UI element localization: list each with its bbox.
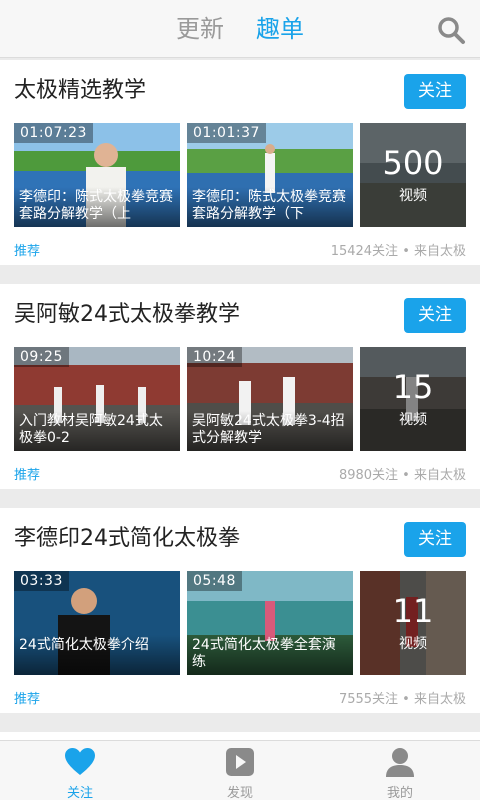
tab-label: 关注 bbox=[66, 786, 93, 800]
follow-button[interactable]: 关注 bbox=[404, 522, 466, 557]
video-thumbnail[interactable]: 03:33 24式简化太极拳介绍 bbox=[14, 571, 180, 675]
playlist-title: 太极精选教学 bbox=[14, 78, 147, 103]
search-icon[interactable] bbox=[436, 15, 466, 45]
playlist-card[interactable]: 太极精选教学 关注 01:07:23 李德印：陈式太极拳竞赛套路分解教学（上 0… bbox=[0, 60, 480, 265]
video-count-unit: 视频 bbox=[399, 412, 427, 428]
video-duration: 09:25 bbox=[14, 347, 69, 367]
follow-button[interactable]: 关注 bbox=[404, 74, 466, 109]
video-duration: 01:07:23 bbox=[14, 123, 93, 143]
user-icon bbox=[386, 748, 414, 777]
more-videos-tile[interactable]: 500 视频 bbox=[360, 123, 466, 227]
video-count-unit: 视频 bbox=[399, 636, 427, 652]
video-caption: 吴阿敏24式太极拳3-4招式分解教学 bbox=[187, 411, 353, 451]
follow-button[interactable]: 关注 bbox=[404, 298, 466, 333]
bottom-tab-bar: 关注 发现 我的 bbox=[0, 740, 480, 800]
video-duration: 03:33 bbox=[14, 571, 69, 591]
video-caption: 24式简化太极拳介绍 bbox=[14, 635, 180, 675]
video-caption: 李德印：陈式太极拳竞赛套路分解教学（上 bbox=[14, 187, 180, 227]
video-count-unit: 视频 bbox=[399, 188, 427, 204]
video-duration: 01:01:37 bbox=[187, 123, 266, 143]
recommend-tag[interactable]: 推荐 bbox=[14, 464, 40, 483]
playlist-stats: 7555关注 • 来自太极 bbox=[338, 692, 466, 707]
playlist-title: 李德印24式简化太极拳 bbox=[14, 526, 240, 551]
video-thumbnail[interactable]: 10:24 吴阿敏24式太极拳3-4招式分解教学 bbox=[187, 347, 353, 451]
video-caption: 24式简化太极拳全套演练 bbox=[187, 635, 353, 675]
playlist-card-partial[interactable] bbox=[0, 732, 480, 740]
video-caption: 入门教材吴阿敏24式太极拳0-2 bbox=[14, 411, 180, 451]
video-duration: 05:48 bbox=[187, 571, 242, 591]
playlist-stats: 15424关注 • 来自太极 bbox=[330, 244, 466, 259]
more-videos-tile[interactable]: 11 视频 bbox=[360, 571, 466, 675]
video-thumbnail[interactable]: 05:48 24式简化太极拳全套演练 bbox=[187, 571, 353, 675]
video-duration: 10:24 bbox=[187, 347, 242, 367]
video-thumbnail[interactable]: 09:25 入门教材吴阿敏24式太极拳0-2 bbox=[14, 347, 180, 451]
tab-updates[interactable]: 更新 bbox=[176, 14, 224, 44]
video-thumbnail[interactable]: 01:01:37 李德印：陈式太极拳竞赛套路分解教学（下 bbox=[187, 123, 353, 227]
video-thumbnail[interactable]: 01:07:23 李德印：陈式太极拳竞赛套路分解教学（上 bbox=[14, 123, 180, 227]
playlist-card[interactable]: 吴阿敏24式太极拳教学 关注 09:25 入门教材吴阿敏24式太极拳0-2 10… bbox=[0, 284, 480, 489]
video-count: 11 bbox=[392, 592, 434, 630]
recommend-tag[interactable]: 推荐 bbox=[14, 688, 40, 707]
tab-following[interactable]: 关注 bbox=[0, 741, 160, 800]
tab-label: 我的 bbox=[386, 786, 413, 800]
playlist-title: 吴阿敏24式太极拳教学 bbox=[14, 302, 240, 327]
play-icon bbox=[226, 748, 254, 776]
video-caption: 李德印：陈式太极拳竞赛套路分解教学（下 bbox=[187, 187, 353, 227]
top-bar: 更新 趣单 bbox=[0, 0, 480, 58]
playlist-feed[interactable]: 太极精选教学 关注 01:07:23 李德印：陈式太极拳竞赛套路分解教学（上 0… bbox=[0, 58, 480, 740]
tab-profile[interactable]: 我的 bbox=[320, 741, 480, 800]
heart-icon bbox=[65, 748, 95, 775]
recommend-tag[interactable]: 推荐 bbox=[14, 240, 40, 259]
tab-discover[interactable]: 发现 bbox=[160, 741, 320, 800]
tab-label: 发现 bbox=[226, 786, 253, 800]
video-count: 500 bbox=[382, 144, 444, 182]
playlist-card[interactable]: 李德印24式简化太极拳 关注 03:33 24式简化太极拳介绍 05:48 24… bbox=[0, 508, 480, 713]
video-count: 15 bbox=[392, 368, 434, 406]
playlist-stats: 8980关注 • 来自太极 bbox=[338, 468, 466, 483]
tab-playlists[interactable]: 趣单 bbox=[256, 14, 304, 44]
more-videos-tile[interactable]: 15 视频 bbox=[360, 347, 466, 451]
